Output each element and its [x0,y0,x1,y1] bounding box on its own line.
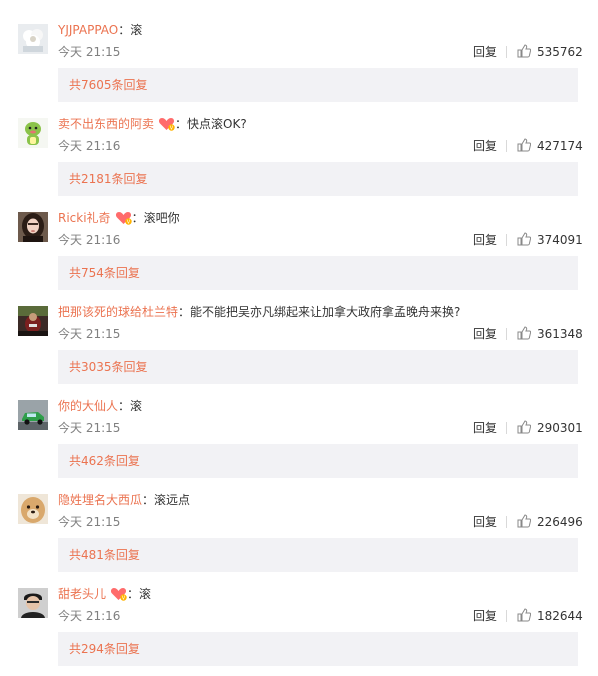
thumbs-up-icon [517,326,531,340]
thumbs-up-icon [517,138,531,152]
divider [506,46,507,58]
timestamp: 今天 21:16 [58,233,121,247]
like-count: 290301 [537,421,583,435]
divider [506,516,507,528]
colon: ： [118,399,131,413]
comment-item: 隐姓埋名大西瓜：滚远点 今天 21:15 回复 226496 共481条回复 [0,470,598,572]
avatar[interactable] [18,118,48,148]
like-count: 361348 [537,327,583,341]
divider [506,328,507,340]
svg-text:V: V [122,595,126,601]
username-link[interactable]: YJJPAPPAO [58,23,118,37]
vip-badge-icon: V [158,117,175,131]
username-link[interactable]: 隐姓埋名大西瓜 [58,493,142,507]
vip-badge-icon: V [110,587,127,601]
divider [506,422,507,434]
reply-button[interactable]: 回复 [473,324,497,344]
comment-text: 滚 [139,587,152,601]
divider [506,610,507,622]
thumbs-up-icon [517,232,531,246]
username-link[interactable]: 卖不出东西的阿卖 [58,117,154,131]
like-count: 182644 [537,609,583,623]
comment-text: 滚 [130,23,143,37]
colon: ： [178,305,191,319]
thumbs-up-icon [517,608,531,622]
comment-item: 卖不出东西的阿卖 V ：快点滚OK? 今天 21:16 回复 427174 共218… [0,94,598,196]
avatar[interactable] [18,212,48,242]
like-count: 427174 [537,139,583,153]
reply-button[interactable]: 回复 [473,230,497,250]
avatar[interactable] [18,306,48,336]
like-button[interactable]: 374091 [517,230,583,250]
divider [506,140,507,152]
like-button[interactable]: 427174 [517,136,583,156]
like-button[interactable]: 361348 [517,324,583,344]
username-link[interactable]: 你的大仙人 [58,399,118,413]
like-count: 226496 [537,515,583,529]
colon: ： [127,587,140,601]
comment-item: 你的大仙人：滚 今天 21:15 回复 290301 共462条回复 [0,376,598,478]
svg-text:V: V [126,219,130,225]
reply-button[interactable]: 回复 [473,418,497,438]
reply-button[interactable]: 回复 [473,512,497,532]
timestamp: 今天 21:15 [58,421,121,435]
colon: ： [118,23,131,37]
colon: ： [175,117,188,131]
reply-button[interactable]: 回复 [473,606,497,626]
vip-badge-icon: V [115,211,132,225]
avatar[interactable] [18,400,48,430]
timestamp: 今天 21:15 [58,45,121,59]
comment-item: 把那该死的球给杜兰特：能不能把吴亦凡绑起来让加拿大政府拿孟晚舟来换? 今天 21… [0,282,598,384]
thumbs-up-icon [517,514,531,528]
divider [506,234,507,246]
timestamp: 今天 21:16 [58,609,121,623]
timestamp: 今天 21:15 [58,515,121,529]
comment-text: 能不能把吴亦凡绑起来让加拿大政府拿孟晚舟来换? [190,305,461,319]
reply-button[interactable]: 回复 [473,42,497,62]
colon: ： [142,493,155,507]
comment-item: 甜老头儿 V ：滚 今天 21:16 回复 182644 共294条回复 [0,564,598,666]
avatar[interactable] [18,588,48,618]
comment-item: YJJPAPPAO：滚 今天 21:15 回复 535762 共7605条回复 [0,0,598,102]
like-count: 535762 [537,45,583,59]
view-replies-button[interactable]: 共294条回复 [58,632,578,666]
svg-text:V: V [170,125,174,131]
comment-text: 滚远点 [154,493,191,507]
like-count: 374091 [537,233,583,247]
like-button[interactable]: 226496 [517,512,583,532]
username-link[interactable]: 甜老头儿 [58,587,106,601]
like-button[interactable]: 535762 [517,42,583,62]
colon: ： [131,211,144,225]
timestamp: 今天 21:16 [58,139,121,153]
thumbs-up-icon [517,420,531,434]
like-button[interactable]: 290301 [517,418,583,438]
avatar[interactable] [18,24,48,54]
comment-text: 快点滚OK? [187,117,247,131]
username-link[interactable]: 把那该死的球给杜兰特 [58,305,178,319]
reply-button[interactable]: 回复 [473,136,497,156]
username-link[interactable]: Ricki礼奇 [58,211,111,225]
comment-item: Ricki礼奇 V ：滚吧你 今天 21:16 回复 374091 共754条回复 [0,188,598,290]
comment-text: 滚 [130,399,143,413]
comment-text: 滚吧你 [143,211,180,225]
timestamp: 今天 21:15 [58,327,121,341]
avatar[interactable] [18,494,48,524]
comment-list: YJJPAPPAO：滚 今天 21:15 回复 535762 共7605条回复 … [0,0,598,666]
like-button[interactable]: 182644 [517,606,583,626]
thumbs-up-icon [517,44,531,58]
